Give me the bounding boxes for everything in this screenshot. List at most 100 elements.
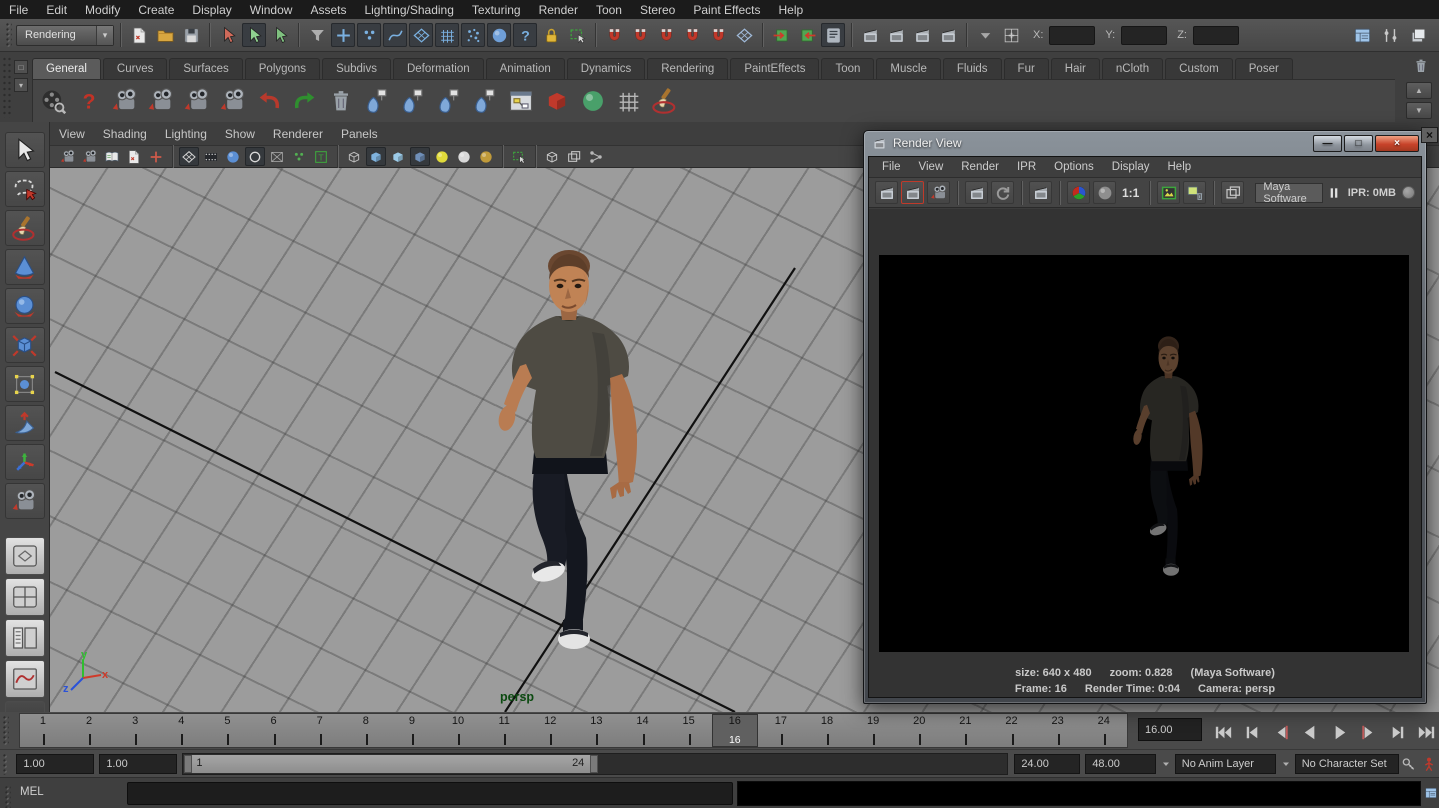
select-hierarchy-icon[interactable] — [216, 23, 240, 47]
command-input[interactable] — [127, 782, 733, 805]
fcheck-film-reel-icon[interactable] — [36, 84, 70, 118]
select-tool[interactable] — [5, 132, 45, 168]
mask-misc-icon[interactable] — [513, 23, 537, 47]
menu-item[interactable]: File — [0, 3, 37, 17]
display-real-size-icon[interactable] — [1157, 181, 1180, 204]
timeline-frame-13[interactable]: 13 — [573, 714, 619, 747]
timeline-ruler[interactable]: 1234567891011121314151616171819202122232… — [19, 713, 1128, 748]
highlight-selection-icon[interactable] — [509, 147, 529, 166]
select-lattice-icon[interactable] — [612, 84, 646, 118]
timeline-grip[interactable] — [2, 715, 9, 746]
show-manipulator-tool[interactable] — [5, 444, 45, 480]
bookmarks-icon[interactable] — [102, 147, 122, 166]
new-scene-icon[interactable] — [127, 23, 151, 47]
render-view-menu-item[interactable]: Options — [1045, 157, 1103, 177]
alpha-channel-icon[interactable] — [1093, 181, 1116, 204]
timeline-frame-18[interactable]: 18 — [804, 714, 850, 747]
current-time-field[interactable] — [1138, 718, 1202, 741]
pause-ipr-icon[interactable] — [1326, 182, 1342, 204]
mask-deformations-icon[interactable] — [435, 23, 459, 47]
shelf-tab[interactable]: Surfaces — [169, 58, 242, 79]
ipr-render-icon[interactable] — [910, 23, 934, 47]
shelf-tab[interactable]: Animation — [486, 58, 565, 79]
snap-to-grids-icon[interactable] — [602, 23, 626, 47]
shelf-tab[interactable]: Curves — [103, 58, 167, 79]
last-tool-used-camera[interactable] — [5, 483, 45, 519]
select-object-icon[interactable] — [242, 23, 266, 47]
go-to-start-button[interactable] — [1210, 719, 1236, 746]
isolate-select-icon[interactable] — [542, 147, 562, 166]
render-view-menu-item[interactable]: File — [873, 157, 910, 177]
soft-modification-tool[interactable] — [5, 405, 45, 441]
rgb-channels-icon[interactable] — [1067, 181, 1090, 204]
auto-keyframe-icon[interactable] — [1419, 754, 1439, 774]
two-sided-lighting-icon[interactable] — [476, 147, 496, 166]
shelf-scroll-up-icon[interactable]: ▲ — [1406, 82, 1432, 99]
timeline-frame-4[interactable]: 4 — [158, 714, 204, 747]
gate-mask-icon[interactable] — [245, 147, 265, 166]
mask-curves-icon[interactable] — [383, 23, 407, 47]
menu-item[interactable]: Stereo — [631, 3, 684, 17]
rendered-image[interactable] — [879, 255, 1409, 652]
script-editor-icon[interactable] — [1424, 784, 1438, 802]
menu-item[interactable]: Paint Effects — [684, 3, 769, 17]
shelf-tab[interactable]: Deformation — [393, 58, 484, 79]
mask-joints-icon[interactable] — [357, 23, 381, 47]
field-chart-icon[interactable] — [267, 147, 287, 166]
absolute-relative-coords-icon[interactable] — [999, 23, 1023, 47]
timeline-frame-9[interactable]: 9 — [389, 714, 435, 747]
maximize-button[interactable]: □ — [1344, 135, 1373, 152]
mask-handles-icon[interactable] — [331, 23, 355, 47]
z-coord-field[interactable] — [1193, 26, 1239, 45]
shelf-grip[interactable] — [2, 56, 12, 118]
step-back-key-button[interactable] — [1239, 719, 1265, 746]
snap-to-view-planes-icon[interactable] — [706, 23, 730, 47]
command-line-grip[interactable] — [4, 785, 11, 808]
multi-pane-icon[interactable] — [564, 147, 584, 166]
menu-item[interactable]: Window — [241, 3, 302, 17]
animation-end-field[interactable] — [1085, 754, 1156, 774]
panel-menu-item[interactable]: Lighting — [156, 127, 216, 141]
mask-surfaces-icon[interactable] — [409, 23, 433, 47]
input-connections-icon[interactable] — [769, 23, 793, 47]
timeline-frame-1[interactable]: 1 — [20, 714, 66, 747]
step-forward-frame-button[interactable] — [1355, 719, 1381, 746]
set-key-icon[interactable] — [1399, 754, 1419, 774]
snap-to-curves-icon[interactable] — [628, 23, 652, 47]
command-result[interactable] — [737, 781, 1421, 806]
safe-title-icon[interactable] — [311, 147, 331, 166]
timeline-frame-19[interactable]: 19 — [850, 714, 896, 747]
range-end-handle[interactable] — [590, 755, 598, 773]
help-icon[interactable] — [72, 84, 106, 118]
anim-layer-menu-icon[interactable] — [1278, 756, 1292, 772]
cluster-icon[interactable] — [468, 84, 502, 118]
shelf-tab[interactable]: Dynamics — [567, 58, 645, 79]
range-slider-bar[interactable]: 1 24 — [184, 755, 598, 773]
safe-action-icon[interactable] — [289, 147, 309, 166]
2d-pan-zoom-icon[interactable] — [146, 147, 166, 166]
film-gate-icon[interactable] — [201, 147, 221, 166]
play-backwards-button[interactable] — [1297, 719, 1323, 746]
timeline-frame-17[interactable]: 17 — [758, 714, 804, 747]
lock-selection-icon[interactable] — [539, 23, 563, 47]
channel-box-layer-editor-icon[interactable] — [1406, 23, 1430, 47]
refresh-ipr-image-icon[interactable] — [991, 181, 1014, 204]
command-language-label[interactable]: MEL — [20, 786, 44, 798]
render-view-menu-item[interactable]: Help — [1159, 157, 1201, 177]
renderer-dropdown[interactable]: Maya Software — [1255, 183, 1322, 203]
layout-single-pane[interactable] — [5, 537, 45, 575]
attribute-editor-icon[interactable] — [1350, 23, 1374, 47]
default-lighting-icon[interactable] — [432, 147, 452, 166]
tool-settings-icon[interactable] — [1378, 23, 1402, 47]
grid-toggle-icon[interactable] — [179, 147, 199, 166]
layout-outliner-persp[interactable] — [5, 619, 45, 657]
shelf-tab[interactable]: nCloth — [1102, 58, 1163, 79]
smooth-shade-all-icon[interactable] — [366, 147, 386, 166]
timeline-frame-6[interactable]: 6 — [250, 714, 296, 747]
rotate-tool[interactable] — [5, 288, 45, 324]
output-connections-icon[interactable] — [795, 23, 819, 47]
render-view-menu-item[interactable]: Display — [1103, 157, 1159, 177]
character-set-field[interactable]: No Character Set — [1295, 754, 1399, 774]
select-component-icon[interactable] — [268, 23, 292, 47]
playback-start-field[interactable] — [99, 754, 177, 774]
